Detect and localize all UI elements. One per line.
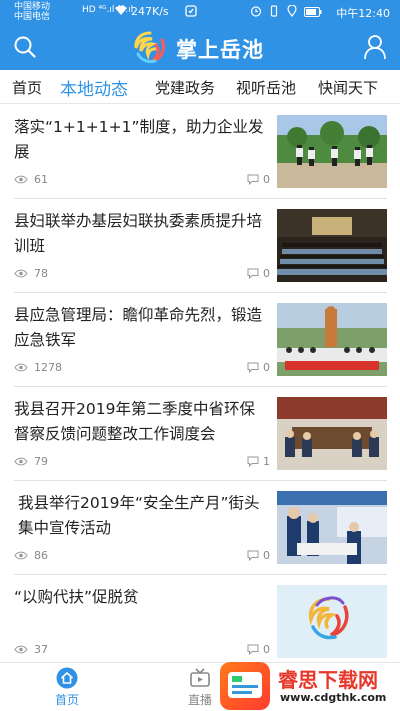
home-icon [56,667,78,689]
watermark-logo-icon [220,662,270,710]
comment-count: 0 [247,173,270,186]
news-title[interactable]: 县应急管理局：瞻仰革命先烈，锻造应急铁军 [14,303,264,353]
view-count-value: 37 [34,643,48,656]
tab-local-news[interactable]: 本地动态 [60,75,128,100]
comment-count-value: 0 [263,549,270,562]
eye-icon [14,175,28,184]
view-count: 37 [14,643,48,656]
view-count-value: 1278 [34,361,62,374]
system-icons [250,4,323,20]
alarm-icon [250,6,261,17]
comment-icon [247,644,259,655]
news-item[interactable]: 我县召开2019年第二季度中省环保督察反馈问题整改工作调度会 79 1 [0,387,400,481]
search-icon[interactable] [13,35,37,59]
carrier-2: 中国电信 [14,12,51,22]
news-item[interactable]: 落实“1+1+1+1”制度，助力企业发展 61 0 [0,105,400,199]
nav-home-label: 首页 [54,693,79,707]
news-thumbnail[interactable] [277,491,387,564]
news-thumbnail[interactable] [277,585,387,658]
comment-count: 0 [247,267,270,280]
view-count: 78 [14,267,48,280]
comment-count-value: 0 [263,361,270,374]
comment-count: 0 [247,361,270,374]
carrier-1: 中国移动 [14,2,51,12]
comment-count: 0 [247,643,270,656]
view-count: 86 [14,549,48,562]
network-speed: 247K/s [131,5,169,18]
news-title[interactable]: 落实“1+1+1+1”制度，助力企业发展 [14,115,264,165]
comment-icon [247,550,259,561]
tab-party-government[interactable]: 党建政务 [155,77,215,98]
eye-icon [14,363,28,372]
nav-live-label: 直播 [187,693,212,707]
tv-icon [190,668,210,687]
tab-audio-visual[interactable]: 视听岳池 [236,77,296,98]
news-thumbnail[interactable] [277,209,387,282]
news-title[interactable]: “以购代扶”促脱贫 [14,585,264,610]
comment-count-value: 0 [263,643,270,656]
view-count-value: 61 [34,173,48,186]
news-title[interactable]: 县妇联举办基层妇联执委素质提升培训班 [14,209,264,259]
view-count: 61 [14,173,48,186]
tab-home[interactable]: 首页 [12,77,42,98]
eye-icon [14,457,28,466]
eye-icon [14,269,28,278]
comment-count: 1 [247,455,270,468]
news-item[interactable]: 我县举行2019年“安全生产月”街头集中宣传活动 86 0 [0,481,400,575]
eye-icon [14,645,28,654]
news-item[interactable]: 县应急管理局：瞻仰革命先烈，锻造应急铁军 1278 0 [0,293,400,387]
view-count: 79 [14,455,48,468]
notification-icon [185,5,197,20]
watermark-url: www.cdgthk.com [280,691,387,704]
nav-home[interactable]: 首页 [37,667,97,708]
news-title[interactable]: 我县召开2019年第二季度中省环保督察反馈问题整改工作调度会 [14,397,264,447]
wifi-icon [114,5,128,19]
news-thumbnail[interactable] [277,397,387,470]
category-tabs: 首页 本地动态 党建政务 视听岳池 快闻天下 [0,70,400,104]
view-count-value: 86 [34,549,48,562]
news-thumbnail[interactable] [277,115,387,188]
status-bar: 中国移动 中国电信 HD ⁴ᴳ.ıl ⁴ᴳ.ıl 247K/s 中午12:40 [0,0,400,24]
view-count-value: 78 [34,267,48,280]
comment-icon [247,174,259,185]
comment-count-value: 0 [263,267,270,280]
comment-count-value: 0 [263,173,270,186]
location-icon [286,4,297,17]
comment-count: 0 [247,549,270,562]
battery-icon [304,7,322,17]
view-count-value: 79 [34,455,48,468]
carrier-info: 中国移动 中国电信 [14,2,50,22]
watermark: 睿思下载网 www.cdgthk.com [220,660,400,711]
news-item[interactable]: “以购代扶”促脱贫 37 0 [0,575,400,669]
user-icon[interactable] [363,34,387,60]
vibrate-icon [270,5,278,17]
eye-icon [14,551,28,560]
news-title[interactable]: 我县举行2019年“安全生产月”街头集中宣传活动 [18,491,268,541]
app-logo-icon [132,30,168,64]
comment-icon [247,268,259,279]
comment-count-value: 1 [263,455,270,468]
comment-icon [247,362,259,373]
watermark-text: 睿思下载网 [278,668,378,692]
news-thumbnail[interactable] [277,303,387,376]
app-header: 掌上岳池 [0,24,400,70]
view-count: 1278 [14,361,62,374]
app-title: 掌上岳池 [176,38,264,62]
comment-icon [247,456,259,467]
news-item[interactable]: 县妇联举办基层妇联执委素质提升培训班 78 0 [0,199,400,293]
clock: 中午12:40 [336,7,390,20]
tab-world-news[interactable]: 快闻天下 [318,77,378,98]
